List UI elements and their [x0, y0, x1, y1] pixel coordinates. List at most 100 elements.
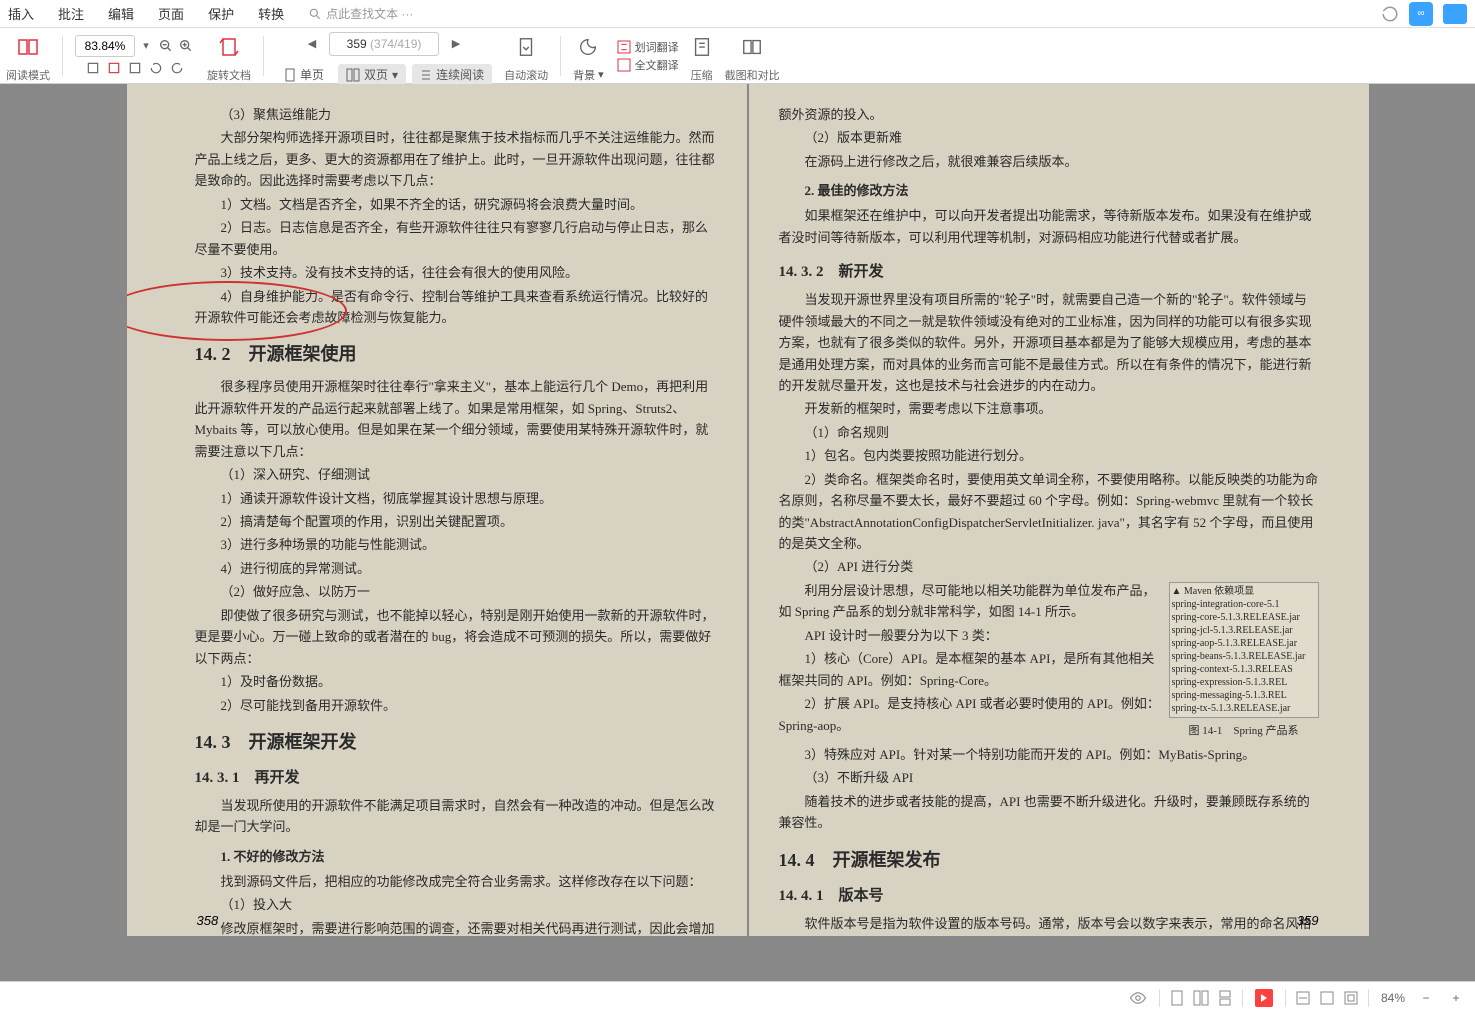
text: （1）投入大 [195, 894, 717, 915]
text: （2）版本更新难 [779, 127, 1319, 148]
ribbon: 阅读模式 ▾ 旋转文档 ◀ 359 (374/419) ▶ 单页 双页▾ [0, 28, 1475, 84]
book-icon [16, 35, 40, 59]
text: （2）API 进行分类 [779, 556, 1319, 577]
text: 修改原框架时，需要进行影响范围的调查，还需要对相关代码再进行测试，因此会增加 [195, 918, 717, 936]
fit-page-icon[interactable] [105, 59, 123, 77]
fit-width-status-icon[interactable] [1294, 989, 1312, 1007]
statusbar: 84% − + [0, 981, 1475, 1013]
continuous-button[interactable]: 连续阅读 [412, 64, 492, 86]
text: 1）及时备份数据。 [195, 671, 717, 692]
view-continuous-icon[interactable] [1216, 989, 1234, 1007]
autoscroll-icon [515, 36, 537, 58]
text: 4）自身维护能力。是否有命令行、控制台等维护工具来查看系统运行情况。比较好的开源… [195, 286, 717, 329]
text-bold: 1. 不好的修改方法 [195, 846, 717, 865]
next-page-icon[interactable]: ▶ [447, 35, 465, 53]
text: 2）类命名。框架类命名时，要使用英文单词全称，不要使用略称。以能反映类的功能为命… [779, 469, 1319, 555]
page-right: 额外资源的投入。 （2）版本更新难 在源码上进行修改之后，就很难兼容后续版本。 … [749, 84, 1369, 936]
play-button[interactable] [1255, 989, 1273, 1007]
page-input[interactable]: 359 (374/419) [329, 32, 439, 56]
text: 软件版本号是指为软件设置的版本号码。通常，版本号会以数字来表示，常用的命名风格有… [779, 913, 1319, 936]
text: 开发新的框架时，需要考虑以下注意事项。 [779, 398, 1319, 419]
search-box[interactable]: 点此查找文本 ··· [308, 5, 413, 22]
word-translate-button[interactable]: 划词翻译 [616, 39, 679, 55]
menu-annotate[interactable]: 批注 [58, 4, 84, 23]
menu-edit[interactable]: 编辑 [108, 4, 134, 23]
text: 很多程序员使用开源框架时往往奉行"拿来主义"，基本上能运行几个 Demo，再把利… [195, 376, 717, 462]
heading-14-3-1: 14. 3. 1 再开发 [195, 766, 717, 787]
zoom-out-icon[interactable] [157, 37, 175, 55]
text: （1）命名规则 [779, 422, 1319, 443]
heading-14-4: 14. 4 开源框架发布 [779, 846, 1319, 872]
text: 3）技术支持。没有技术支持的话，往往会有很大的使用风险。 [195, 262, 717, 283]
prev-page-icon[interactable]: ◀ [303, 35, 321, 53]
menu-page[interactable]: 页面 [158, 4, 184, 23]
page-number: 359 [1297, 913, 1319, 928]
eye-mode-icon[interactable] [1129, 989, 1147, 1007]
workspace[interactable]: （3）聚焦运维能力 大部分架构师选择开源项目时，往往都是聚焦于技术指标而几乎不关… [0, 84, 1475, 981]
double-page-button[interactable]: 双页▾ [338, 64, 406, 86]
text: （2）做好应急、以防万一 [195, 581, 717, 602]
view-single-icon[interactable] [1168, 989, 1186, 1007]
actual-size-icon[interactable] [126, 59, 144, 77]
zoom-label: 84% [1381, 991, 1405, 1005]
reading-mode-group[interactable]: 阅读模式 [6, 29, 50, 83]
zoom-group: ▾ [75, 35, 195, 77]
translate-group: 划词翻译 全文翻译 [616, 39, 679, 73]
autoscroll-group[interactable]: 自动滚动 [504, 29, 548, 83]
text: 大部分架构师选择开源项目时，往往都是聚焦于技术指标而几乎不关注运维能力。然而产品… [195, 127, 717, 191]
menu-insert[interactable]: 插入 [8, 4, 34, 23]
menu-protect[interactable]: 保护 [208, 4, 234, 23]
menubar: 插入 批注 编辑 页面 保护 转换 点此查找文本 ··· ∞ [0, 0, 1475, 28]
fit-actual-status-icon[interactable] [1342, 989, 1360, 1007]
text: 3）特殊应对 API。针对某一个特别功能而开发的 API。例如：MyBatis-… [779, 744, 1319, 765]
rotate-right-icon[interactable] [168, 59, 186, 77]
search-icon [308, 7, 322, 21]
text: 2）搞清楚每个配置项的作用，识别出关键配置项。 [195, 511, 717, 532]
single-page-button[interactable]: 单页 [276, 64, 332, 86]
text: 找到源码文件后，把相应的功能修改成完全符合业务需求。这样修改存在以下问题： [195, 871, 717, 892]
figure-caption: 图 14-1 Spring 产品系 [1169, 722, 1319, 738]
text: 如果框架还在维护中，可以向开发者提出功能需求，等待新版本发布。如果没有在维护或者… [779, 205, 1319, 248]
zoom-input[interactable] [75, 35, 135, 57]
compare-icon [741, 36, 763, 58]
text: 额外资源的投入。 [779, 104, 1319, 125]
cloud-icon[interactable]: ∞ [1409, 2, 1433, 26]
full-translate-button[interactable]: 全文翻译 [616, 57, 679, 73]
background-group[interactable]: 背景▾ [573, 29, 604, 83]
heading-14-4-1: 14. 4. 1 版本号 [779, 884, 1319, 905]
search-placeholder: 点此查找文本 ··· [326, 5, 413, 22]
rotate-doc-icon [217, 35, 241, 59]
full-translate-icon [616, 57, 632, 73]
page-number: 358 [197, 913, 219, 928]
stretch-button[interactable] [1443, 4, 1467, 24]
view-double-icon[interactable] [1192, 989, 1210, 1007]
fit-page-status-icon[interactable] [1318, 989, 1336, 1007]
heading-14-3-2: 14. 3. 2 新开发 [779, 260, 1319, 281]
text: 2）尽可能找到备用开源软件。 [195, 695, 717, 716]
rotate-left-icon[interactable] [147, 59, 165, 77]
compare-group[interactable]: 截图和对比 [725, 29, 780, 83]
text: （3）聚焦运维能力 [195, 104, 717, 125]
pagenav-group: ◀ 359 (374/419) ▶ 单页 双页▾ 连续阅读 [276, 26, 492, 86]
zoom-in-icon[interactable] [177, 37, 195, 55]
text: （1）深入研究、仔细测试 [195, 464, 717, 485]
text: 1）通读开源软件设计文档，彻底掌握其设计思想与原理。 [195, 488, 717, 509]
heading-14-2: 14. 2 开源框架使用 [195, 340, 717, 366]
menu-convert[interactable]: 转换 [258, 4, 284, 23]
text: 即使做了很多研究与测试，也不能掉以轻心，特别是刚开始使用一款新的开源软件时，更是… [195, 605, 717, 669]
zoom-out-status[interactable]: − [1417, 989, 1435, 1007]
page-left: （3）聚焦运维能力 大部分架构师选择开源项目时，往往都是聚焦于技术指标而几乎不关… [127, 84, 747, 936]
refresh-icon[interactable] [1381, 5, 1399, 23]
compress-icon [691, 36, 713, 58]
compress-group[interactable]: 压缩 [691, 29, 713, 83]
rotate-doc-group[interactable]: 旋转文档 [207, 29, 251, 83]
text: 1）文档。文档是否齐全，如果不齐全的话，研究源码将会浪费大量时间。 [195, 194, 717, 215]
text: （3）不断升级 API [779, 767, 1319, 788]
text: 当发现开源世界里没有项目所需的"轮子"时，就需要自己造一个新的"轮子"。软件领域… [779, 289, 1319, 396]
zoom-dropdown[interactable]: ▾ [137, 37, 155, 55]
zoom-in-status[interactable]: + [1447, 989, 1465, 1007]
figure-box: ▲ Maven 依赖项显 spring-integration-core-5.1… [1169, 582, 1319, 718]
text: 3）进行多种场景的功能与性能测试。 [195, 534, 717, 555]
text: 随着技术的进步或者技能的提高，API 也需要不断升级进化。升级时，要兼顾既存系统… [779, 791, 1319, 834]
fit-width-icon[interactable] [84, 59, 102, 77]
